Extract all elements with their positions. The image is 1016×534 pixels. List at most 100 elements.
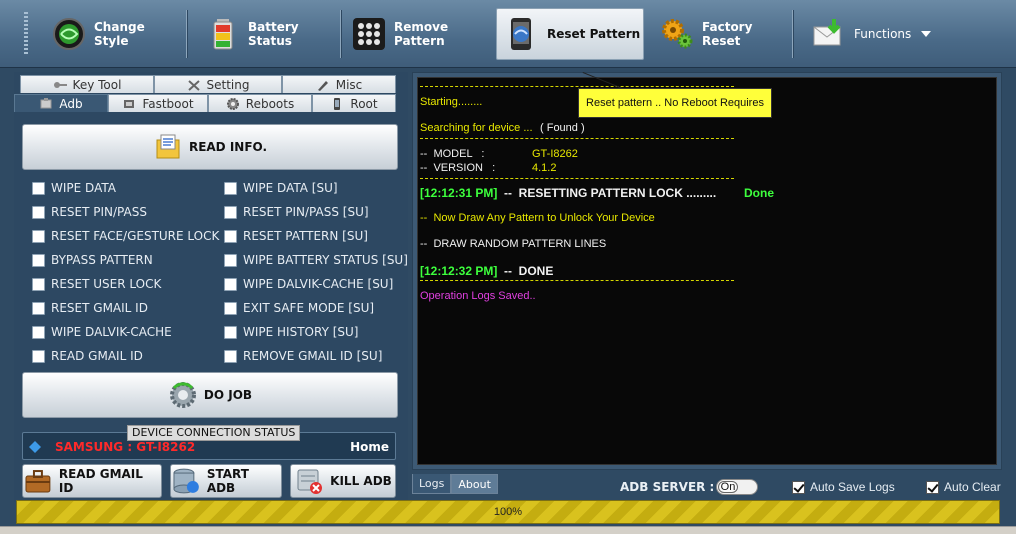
checkbox-box[interactable] (32, 205, 45, 219)
server-x-icon (297, 469, 323, 494)
checkbox-box[interactable] (224, 349, 237, 363)
checkbox-box[interactable] (926, 480, 939, 494)
checkbox-wipe-dalvik-cache-su[interactable]: WIPE DALVIK-CACHE [SU] (224, 276, 393, 292)
log-resetting: -- RESETTING PATTERN LOCK ......... (504, 186, 717, 200)
checkbox-reset-pin-pass[interactable]: RESET PIN/PASS (32, 204, 147, 220)
log-panel: Starting........ Searching for device ..… (412, 72, 1002, 470)
checkbox-box[interactable] (32, 229, 45, 243)
checkbox-box[interactable] (224, 325, 237, 339)
envelope-arrow-icon (813, 19, 841, 46)
device-status-value: SAMSUNG : GT-I8262 (55, 440, 196, 454)
briefcase-icon (25, 470, 51, 493)
gears-icon (662, 19, 693, 49)
checkbox-box[interactable] (32, 325, 45, 339)
factory-reset-button[interactable]: Factory Reset (652, 8, 788, 60)
checkbox-box[interactable] (224, 181, 237, 195)
progress-bar: 100% (16, 500, 1000, 524)
log-timestamp-2: [12:12:32 PM] (420, 264, 498, 278)
checkbox-wipe-battery-status-su[interactable]: WIPE BATTERY STATUS [SU] (224, 252, 408, 268)
toggle-knob: On (718, 481, 738, 493)
log-version-value: 4.1.2 (532, 162, 557, 174)
log-saved: Operation Logs Saved.. (420, 290, 536, 302)
checkbox-box[interactable] (224, 253, 237, 267)
log-timestamp-1: [12:12:31 PM] (420, 186, 498, 200)
tab-row-top: Key Tool Setting Misc (20, 75, 396, 93)
checkbox-bypass-pattern[interactable]: BYPASS PATTERN (32, 252, 153, 268)
pen-icon (317, 80, 328, 91)
checkbox-box[interactable] (32, 181, 45, 195)
tab-misc[interactable]: Misc (282, 75, 396, 93)
log-draw-random: -- DRAW RANDOM PATTERN LINES (420, 238, 607, 250)
tab-key-tool[interactable]: Key Tool (20, 75, 154, 93)
home-link[interactable]: Home (350, 440, 389, 454)
phone-icon (334, 97, 341, 110)
status-footer (0, 526, 1016, 534)
checkbox-reset-gmail-id[interactable]: RESET GMAIL ID (32, 300, 148, 316)
checkbox-remove-gmail-id-su[interactable]: REMOVE GMAIL ID [SU] (224, 348, 382, 364)
battery-status-button[interactable]: Battery Status (198, 8, 334, 60)
checkbox-box[interactable] (32, 277, 45, 291)
tab-logs[interactable]: Logs (412, 474, 452, 494)
refresh-gear-icon (169, 382, 196, 408)
checkbox-wipe-data[interactable]: WIPE DATA (32, 180, 116, 196)
checkbox-box[interactable] (32, 301, 45, 315)
read-gmail-id-button[interactable]: READ GMAIL ID (22, 464, 162, 498)
tab-setting[interactable]: Setting (154, 75, 282, 93)
document-envelope-icon (156, 134, 180, 159)
log-starting: Starting........ (420, 96, 483, 108)
arrow-icon (29, 441, 41, 453)
tab-reboots[interactable]: Reboots (208, 94, 312, 112)
start-adb-button[interactable]: START ADB (170, 464, 282, 498)
tab-about[interactable]: About (451, 474, 498, 494)
checkbox-reset-face-gesture-lock[interactable]: RESET FACE/GESTURE LOCK (32, 228, 219, 244)
auto-clear-checkbox[interactable]: Auto Clear (926, 480, 1001, 494)
toolbar: Change Style Battery Status Remove Patte… (0, 0, 1016, 68)
read-info-button[interactable]: READ INFO. (22, 124, 398, 170)
checkbox-exit-safe-mode-su[interactable]: EXIT SAFE MODE [SU] (224, 300, 374, 316)
functions-menu-button[interactable]: Functions (804, 8, 954, 60)
chip-icon (124, 99, 135, 108)
chevron-down-icon (921, 31, 932, 37)
checkbox-wipe-dalvik-cache[interactable]: WIPE DALVIK-CACHE (32, 324, 172, 340)
kill-adb-button[interactable]: KILL ADB (290, 464, 396, 498)
log-model-label: -- MODEL : (420, 148, 485, 160)
change-style-button[interactable]: Change Style (44, 8, 180, 60)
log-tabs: Logs About (412, 474, 498, 494)
checkbox-box[interactable] (224, 301, 237, 315)
tab-root[interactable]: Root (312, 94, 396, 112)
checkbox-reset-pin-pass-su[interactable]: RESET PIN/PASS [SU] (224, 204, 369, 220)
checkbox-wipe-data-su[interactable]: WIPE DATA [SU] (224, 180, 338, 196)
tab-fastboot[interactable]: Fastboot (108, 94, 208, 112)
log-draw-any: -- Now Draw Any Pattern to Unlock Your D… (420, 212, 655, 224)
reset-pattern-button[interactable]: Reset Pattern (496, 8, 644, 60)
checkbox-box[interactable] (32, 253, 45, 267)
adb-server-label: ADB SERVER : (620, 480, 715, 494)
progress-label: 100% (493, 506, 523, 518)
tab-adb[interactable]: Adb (14, 94, 108, 112)
battery-icon (213, 19, 233, 50)
tools-icon (187, 79, 200, 91)
key-icon (53, 81, 67, 88)
log-version-label: -- VERSION : (420, 162, 496, 174)
remove-pattern-button[interactable]: Remove Pattern (344, 8, 490, 60)
checkbox-box[interactable] (224, 205, 237, 219)
toolbar-grip[interactable] (24, 12, 28, 56)
checkbox-reset-pattern-su[interactable]: RESET PATTERN [SU] (224, 228, 368, 244)
left-panel: Key Tool Setting Misc Adb Fastboot Reboo… (14, 72, 408, 502)
checkbox-read-gmail-id[interactable]: READ GMAIL ID (32, 348, 143, 364)
tooltip: Reset pattern .. No Reboot Requires (578, 88, 772, 118)
log-found: ( Found ) (540, 122, 585, 134)
status-title: DEVICE CONNECTION STATUS (127, 425, 301, 441)
checkbox-box[interactable] (224, 277, 237, 291)
adb-server-toggle[interactable]: On (716, 479, 758, 495)
gear-icon (226, 97, 239, 110)
checkbox-box[interactable] (792, 480, 805, 494)
checkbox-reset-user-lock[interactable]: RESET USER LOCK (32, 276, 161, 292)
do-job-button[interactable]: DO JOB (22, 372, 398, 418)
log-model-value: GT-I8262 (532, 148, 578, 160)
auto-save-logs-checkbox[interactable]: Auto Save Logs (792, 480, 895, 494)
checkbox-box[interactable] (224, 229, 237, 243)
checkbox-wipe-history-su[interactable]: WIPE HISTORY [SU] (224, 324, 358, 340)
checkbox-box[interactable] (32, 349, 45, 363)
phone-reset-icon (511, 18, 531, 50)
